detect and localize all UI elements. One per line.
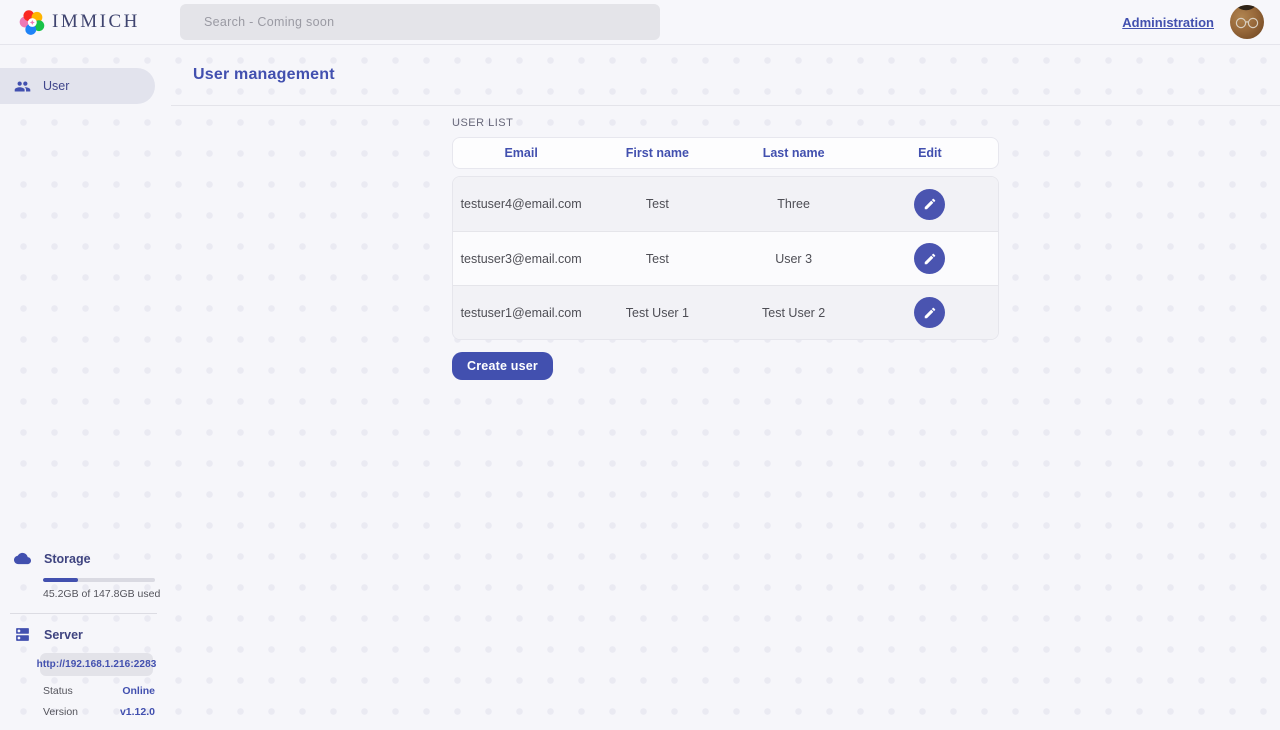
server-url-badge: http://192.168.1.216:2283 — [40, 653, 153, 676]
search-input[interactable]: Search - Coming soon — [180, 4, 660, 40]
storage-progress-bar — [43, 578, 155, 582]
storage-usage-text: 45.2GB of 147.8GB used — [43, 588, 171, 600]
immich-logo: IMMICH — [19, 9, 140, 36]
edit-user-button[interactable] — [914, 189, 945, 220]
table-row: testuser4@email.com Test Three — [453, 177, 998, 231]
administration-link[interactable]: Administration — [1122, 15, 1214, 30]
user-table-header: Email First name Last name Edit — [452, 137, 999, 169]
cell-first-name: Test User 1 — [589, 306, 725, 320]
pencil-icon — [923, 197, 937, 211]
edit-user-button[interactable] — [914, 243, 945, 274]
server-version-label: Version — [43, 706, 78, 718]
app-header: IMMICH Search - Coming soon Administrati… — [0, 0, 1280, 45]
immich-flower-icon — [19, 9, 46, 36]
column-header-edit: Edit — [862, 146, 998, 160]
sidebar-footer: Storage 45.2GB of 147.8GB used Server ht… — [0, 550, 171, 730]
sidebar-item-user[interactable]: User — [0, 68, 155, 104]
server-title: Server — [44, 628, 83, 642]
table-row: testuser1@email.com Test User 1 Test Use… — [453, 285, 998, 339]
cell-last-name: Test User 2 — [726, 306, 862, 320]
server-icon — [14, 626, 31, 643]
cell-last-name: User 3 — [726, 252, 862, 266]
user-list-section: USER LIST Email First name Last name Edi… — [452, 117, 999, 380]
sidebar: User Storage 45.2GB of 147.8GB used Serv… — [0, 45, 171, 730]
search-placeholder: Search - Coming soon — [204, 15, 334, 29]
user-list-label: USER LIST — [452, 117, 999, 129]
pencil-icon — [923, 252, 937, 266]
logo-text: IMMICH — [52, 11, 140, 33]
column-header-last-name: Last name — [726, 146, 862, 160]
cell-last-name: Three — [726, 197, 862, 211]
server-version-row: Version v1.12.0 — [43, 706, 155, 718]
sidebar-item-user-label: User — [43, 79, 69, 93]
user-table-body: testuser4@email.com Test Three testuser3… — [452, 176, 999, 340]
page-title-bar: User management — [171, 45, 1280, 106]
server-version-value: v1.12.0 — [120, 706, 155, 718]
edit-user-button[interactable] — [914, 297, 945, 328]
storage-progress-fill — [43, 578, 78, 582]
cloud-icon — [14, 550, 31, 567]
cell-email: testuser4@email.com — [453, 197, 589, 211]
create-user-button[interactable]: Create user — [452, 352, 553, 380]
header-right: Administration — [1122, 5, 1264, 39]
pencil-icon — [923, 306, 937, 320]
cell-email: testuser3@email.com — [453, 252, 589, 266]
user-avatar[interactable] — [1230, 5, 1264, 39]
glasses-icon — [1234, 17, 1260, 29]
column-header-email: Email — [453, 146, 589, 160]
column-header-first-name: First name — [589, 146, 725, 160]
server-status-row: Status Online — [43, 685, 155, 697]
server-status-label: Status — [43, 685, 73, 697]
server-section-header: Server — [0, 626, 171, 643]
main-content: User management USER LIST Email First na… — [171, 45, 1280, 730]
storage-section-header: Storage — [0, 550, 171, 567]
table-row: testuser3@email.com Test User 3 — [453, 231, 998, 285]
users-icon — [14, 78, 31, 95]
cell-email: testuser1@email.com — [453, 306, 589, 320]
cell-first-name: Test — [589, 252, 725, 266]
page-title: User management — [193, 66, 335, 84]
sidebar-divider — [10, 613, 157, 614]
cell-first-name: Test — [589, 197, 725, 211]
storage-title: Storage — [44, 552, 91, 566]
server-status-value: Online — [122, 685, 155, 697]
